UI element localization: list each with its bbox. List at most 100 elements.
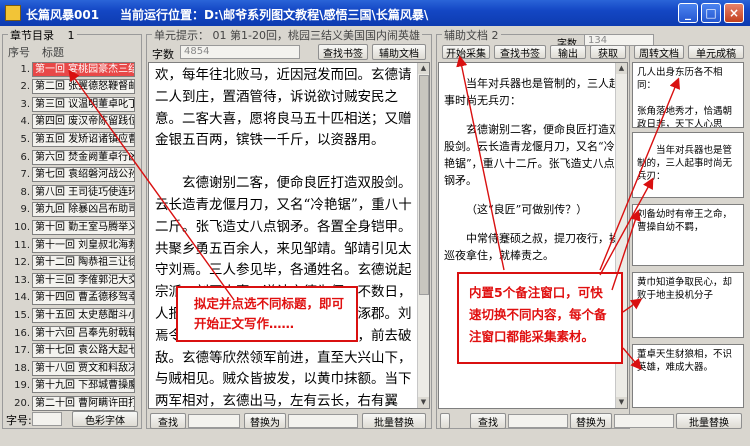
chapter-row: 4. 第四回 废汉帝陈留践位 (2, 113, 138, 131)
chapter-number: 16. (14, 327, 30, 339)
main-find-bookmark-button[interactable]: 查找书签 (318, 44, 368, 60)
chapter-count: 1 (67, 29, 75, 42)
chapter-title-button[interactable]: 第一回 宴桃园豪杰三结义 (32, 61, 135, 77)
main-aux-doc-button[interactable]: 辅助文档 (372, 44, 426, 60)
note-window-5[interactable]: 董卓天生豺狼相，不识英雄，难成大器。 (632, 344, 744, 408)
chapter-number: 9. (20, 204, 30, 216)
note-window-1[interactable]: 几人出身东历各不相同： 张角落地秀才，恰遇朝政日非，天下人心思 (632, 62, 744, 128)
aux-paragraph: 中常侍蹇硕之叔，提刀夜行，操巡夜拿住，就棒责之。 (444, 232, 620, 262)
chapter-row: 5.第五回 发矫诏诸镇应曹公 (2, 130, 138, 148)
note-window-2[interactable]: 当年对兵器也是管制的，三人起事时尚无兵刃： (632, 132, 744, 198)
main-replace-button[interactable]: 替换为 (244, 413, 286, 429)
chapter-title-button[interactable]: 第三回 议温明董卓叱丁原 (32, 96, 135, 112)
chapter-number: 7. (20, 169, 30, 181)
weekly-doc-button[interactable]: 周转文档 (634, 45, 684, 60)
chapter-title-button[interactable]: 第五回 发矫诏诸镇应曹公 (32, 131, 135, 147)
chapter-row: 18.第十八回 贾文和料敌决胜 (2, 359, 138, 377)
header-num: 序号 (8, 46, 30, 59)
fetch-button[interactable]: 获取 (590, 45, 626, 60)
location-path: 当前运行位置：D:\邮爷系列图文教程\感悟三国\长篇风暴\ (120, 8, 429, 22)
chapter-group-label: 章节目录 (10, 29, 54, 42)
chapter-row: 3.第三回 议温明董卓叱丁原 (2, 95, 138, 113)
chapter-title-button[interactable]: 第十四回 曹孟德移驾幸许都 (32, 290, 135, 306)
chapter-title-button[interactable]: 第二十回 曹阿瞒许田打围 (32, 395, 135, 411)
maximize-button[interactable]: □ (701, 3, 721, 23)
main-find-input[interactable] (188, 414, 240, 428)
chapter-title-button[interactable]: 第十六回 吕奉先射戟辕门 (32, 325, 135, 341)
close-button[interactable]: × (724, 3, 744, 23)
main-batch-replace-button[interactable]: 批量替换 (362, 413, 426, 429)
chapter-title-button[interactable]: 第十一回 刘皇叔北海救孔融 (32, 237, 135, 253)
chapter-number: 3. (20, 98, 30, 110)
chapter-row: 11.第十一回 刘皇叔北海救孔融 (2, 236, 138, 254)
main-word-label: 字数 (152, 48, 174, 61)
scroll-thumb[interactable] (419, 75, 429, 295)
aux-find-bookmark-button[interactable]: 查找书签 (494, 45, 546, 60)
aux-batch-replace-button[interactable]: 批量替换 (676, 413, 742, 429)
app-icon (5, 5, 21, 21)
chapter-row: 10. 第十回 勤王室马腾举义 (2, 218, 138, 236)
main-text-editor[interactable]: 欢，每年往北败马，近因冠发而回。玄德请二人到庄，置酒管待，诉说欲讨贼安民之意。二… (148, 62, 430, 409)
chapter-title-button[interactable]: 第七回 袁绍磐河战公孙 (32, 167, 135, 183)
chapter-number: 2. (20, 81, 30, 93)
unit-finish-button[interactable]: 单元成稿 (688, 45, 744, 60)
aux-scroll-up-icon[interactable]: ▲ (616, 63, 627, 74)
chapter-row: 19.第十九回 下邳城曹操鏖兵 (2, 377, 138, 395)
color-font-button[interactable]: 色彩字体 (72, 411, 138, 427)
main-find-button[interactable]: 查找 (150, 413, 186, 429)
aux-panel-label: 辅助文档 2 (442, 27, 501, 43)
chapter-number: 6. (20, 151, 30, 163)
chapter-title-button[interactable]: 第六回 焚金阙董卓行凶 (32, 149, 135, 165)
aux-text-content: 当年对兵器也是管制的，三人起事时尚无兵刃： 玄德谢别二客，便命良匠打造双股剑。云长… (439, 63, 627, 275)
main-word-count: 4854 (180, 45, 300, 59)
chapter-number: 18. (14, 362, 30, 374)
start-collect-button[interactable]: 开始采集 (442, 45, 490, 60)
chapter-title-button[interactable]: 第十九回 下邳城曹操鏖兵 (32, 378, 135, 394)
title-bar: 长篇风暴001 当前运行位置：D:\邮爷系列图文教程\感悟三国\长篇风暴\ _ … (0, 0, 750, 26)
chapter-number: 13. (14, 274, 30, 286)
aux-replace-button[interactable]: 替换为 (570, 413, 612, 429)
chapter-title-button[interactable]: 第九回 除暴凶吕布助司徒 (32, 202, 135, 218)
aux-paragraph: 当年对兵器也是管制的，三人起事时尚无兵刃： (444, 77, 620, 107)
chapter-title-button[interactable]: 第四回 废汉帝陈留践位 (32, 114, 135, 130)
chapter-title-button[interactable]: 第十八回 贾文和料敌决胜 (32, 360, 135, 376)
chapter-number: 17. (14, 345, 30, 357)
chapter-title-button[interactable]: 第十回 勤王室马腾举义 (32, 219, 135, 235)
chapter-number: 10. (14, 221, 30, 233)
chapter-row: 8.第八回 王司徒巧使连环计 (2, 183, 138, 201)
note-window-2-text: 当年对兵器也是管制的，三人起事时尚无兵刃： (637, 145, 733, 182)
chapter-number: 12. (14, 257, 30, 269)
chapter-row: 7. 第七回 袁绍磐河战公孙 (2, 166, 138, 184)
chapter-row: 6. 第六回 焚金阙董卓行凶 (2, 148, 138, 166)
aux-toggle-button[interactable] (440, 413, 450, 429)
chapter-number: 4. (20, 116, 30, 128)
main-scrollbar[interactable]: ▲ ▼ (417, 63, 429, 408)
chapter-number: 20. (14, 397, 30, 409)
minimize-button[interactable]: _ (678, 3, 698, 23)
chapter-title-button[interactable]: 第八回 王司徒巧使连环计 (32, 184, 135, 200)
chapter-title-button[interactable]: 第十七回 袁公路大起七军 (32, 343, 135, 359)
aux-replace-input[interactable] (614, 414, 674, 428)
font-size-input[interactable] (32, 412, 62, 426)
note-window-4[interactable]: 黄巾知道争取民心，却败于地主投机分子 (632, 272, 744, 338)
chapter-title-button[interactable]: 第十二回 陶恭祖三让徐州 (32, 255, 135, 271)
chapter-title-button[interactable]: 第十五回 太史慈酣斗小霸王 (32, 307, 135, 323)
aux-find-button[interactable]: 查找 (470, 413, 506, 429)
aux-find-input[interactable] (508, 414, 568, 428)
chapter-row: 9.第九回 除暴凶吕布助司徒 (2, 201, 138, 219)
chapter-number: 19. (14, 380, 30, 392)
note-window-3[interactable]: 刘备幼时有帝王之命，曹操自幼不羁， (632, 204, 744, 266)
chapter-title-button[interactable]: 第十三回 李傕郭汜大交兵 (32, 272, 135, 288)
chapter-number: 5. (20, 133, 30, 145)
chapter-number: 8. (20, 186, 30, 198)
scroll-down-icon[interactable]: ▼ (418, 397, 429, 408)
aux-scroll-down-icon[interactable]: ▼ (616, 397, 627, 408)
chapter-title-button[interactable]: 第二回 张翼德怒鞭督邮 (32, 79, 135, 95)
chapter-row: 1.第一回 宴桃园豪杰三结义 (2, 60, 138, 78)
output-button[interactable]: 输出 (550, 45, 586, 60)
app-title: 长篇风暴001 (26, 8, 100, 22)
chapter-row: 14.第十四回 曹孟德移驾幸许都 (2, 289, 138, 307)
chapter-number: 11. (14, 239, 30, 251)
scroll-up-icon[interactable]: ▲ (418, 63, 429, 74)
main-replace-input[interactable] (288, 414, 358, 428)
